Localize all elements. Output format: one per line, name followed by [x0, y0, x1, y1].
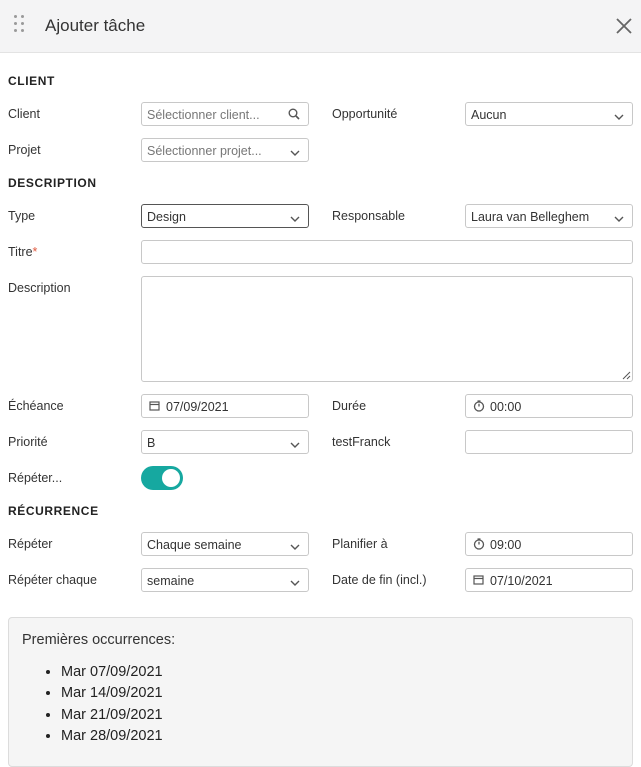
description-label: Description — [8, 281, 71, 295]
repeat-every-select[interactable]: semaine — [141, 568, 309, 592]
end-date-value: 07/10/2021 — [490, 574, 553, 588]
section-description: DESCRIPTION — [8, 176, 97, 190]
drag-handle-icon[interactable] — [13, 15, 25, 37]
timer-icon — [473, 538, 485, 553]
project-label: Projet — [8, 143, 41, 157]
client-select[interactable]: Sélectionner client... — [141, 102, 309, 126]
dialog-title: Ajouter tâche — [45, 16, 146, 35]
type-value: Design — [147, 210, 186, 224]
responsible-select[interactable]: Laura van Belleghem — [465, 204, 633, 228]
repeat-every-value: semaine — [147, 574, 195, 588]
duration-input[interactable]: 00:00 — [465, 394, 633, 418]
description-textarea[interactable] — [141, 276, 633, 382]
occurrences-title: Premières occurrences: — [22, 632, 176, 648]
opportunity-value: Aucun — [471, 108, 507, 122]
chevron-down-icon — [614, 110, 624, 124]
responsible-label: Responsable — [332, 209, 405, 223]
due-label: Échéance — [8, 399, 64, 413]
repeat-select[interactable]: Chaque semaine — [141, 532, 309, 556]
due-value: 07/09/2021 — [166, 400, 229, 414]
priority-select[interactable]: B — [141, 430, 309, 454]
title-input[interactable] — [141, 240, 633, 264]
repeat-label: Répéter — [8, 537, 53, 551]
resize-handle-icon[interactable] — [622, 371, 631, 380]
occurrences-panel: Premières occurrences: Mar 07/09/2021 Ma… — [8, 617, 633, 767]
due-date-input[interactable]: 07/09/2021 — [141, 394, 309, 418]
chevron-down-icon — [614, 212, 624, 226]
chevron-down-icon — [290, 576, 300, 590]
occurrence-item: Mar 07/09/2021 — [61, 662, 163, 683]
priority-label: Priorité — [8, 435, 48, 449]
occurrence-item: Mar 14/09/2021 — [61, 683, 163, 704]
priority-value: B — [147, 436, 156, 450]
chevron-down-icon — [290, 146, 300, 160]
client-label: Client — [8, 107, 40, 121]
repeat-value: Chaque semaine — [147, 538, 242, 552]
calendar-icon — [149, 400, 160, 414]
section-recurrence: RÉCURRENCE — [8, 504, 99, 518]
duration-value: 00:00 — [490, 400, 522, 414]
project-select[interactable]: Sélectionner projet... — [141, 138, 309, 162]
occurrences-list: Mar 07/09/2021 Mar 14/09/2021 Mar 21/09/… — [22, 662, 163, 747]
chevron-down-icon — [290, 438, 300, 452]
dialog-header: Ajouter tâche — [0, 0, 641, 53]
opportunity-label: Opportunité — [332, 107, 398, 121]
project-placeholder: Sélectionner projet... — [147, 144, 262, 158]
custom-field-label: testFranck — [332, 435, 391, 449]
duration-label: Durée — [332, 399, 367, 413]
timer-icon — [473, 400, 485, 415]
title-label-text: Titre — [8, 245, 33, 259]
schedule-value: 09:00 — [490, 538, 522, 552]
toggle-knob — [162, 469, 180, 487]
end-date-input[interactable]: 07/10/2021 — [465, 568, 633, 592]
repeat-toggle[interactable] — [141, 466, 183, 490]
type-select[interactable]: Design — [141, 204, 309, 228]
custom-field-input[interactable] — [465, 430, 633, 454]
calendar-icon — [473, 574, 484, 588]
section-client: CLIENT — [8, 74, 55, 88]
responsible-value: Laura van Belleghem — [471, 210, 590, 224]
schedule-time-input[interactable]: 09:00 — [465, 532, 633, 556]
search-icon — [288, 108, 300, 123]
repeat-toggle-label: Répéter... — [8, 471, 63, 485]
title-label: Titre* — [8, 245, 37, 259]
occurrence-item: Mar 21/09/2021 — [61, 705, 163, 726]
close-icon[interactable] — [613, 15, 635, 37]
chevron-down-icon — [290, 212, 300, 226]
chevron-down-icon — [290, 540, 300, 554]
repeat-every-label: Répéter chaque — [8, 573, 97, 587]
occurrence-item: Mar 28/09/2021 — [61, 726, 163, 747]
required-marker: * — [32, 245, 38, 259]
type-label: Type — [8, 209, 36, 223]
opportunity-select[interactable]: Aucun — [465, 102, 633, 126]
schedule-label: Planifier à — [332, 537, 388, 551]
client-placeholder: Sélectionner client... — [147, 108, 260, 122]
end-date-label: Date de fin (incl.) — [332, 573, 427, 587]
